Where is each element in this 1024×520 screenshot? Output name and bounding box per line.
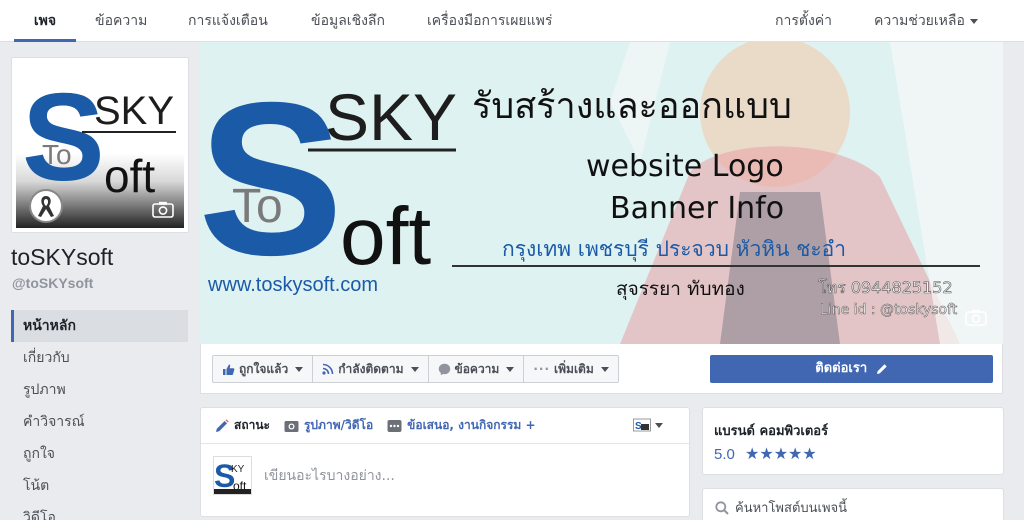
liked-button-label: ถูกใจแล้ว — [239, 362, 289, 376]
rating-card: แบรนด์ คอมพิวเตอร์ 5.0 ★★★★★ — [702, 407, 1004, 475]
thumbs-up-icon — [223, 364, 235, 375]
more-button[interactable]: ··· เพิ่มเติม — [524, 356, 617, 382]
tab-notifications[interactable]: การแจ้งเตือน — [188, 0, 268, 42]
sidebar-item-about[interactable]: เกี่ยวกับ — [11, 342, 188, 374]
tab-settings-label: การตั้งค่า — [775, 13, 833, 29]
tab-insights-label: ข้อมูลเชิงลึก — [311, 13, 385, 29]
svg-text:KY: KY — [231, 464, 245, 475]
composer-tabs: สถานะ รูปภาพ/วิดีโอ ข้อเสนอ, งานกิจกรรม … — [201, 408, 689, 444]
following-button[interactable]: กำลังติดตาม — [313, 356, 429, 382]
help-menu-label: ความช่วยเหลือ — [874, 13, 965, 29]
tab-notifications-label: การแจ้งเตือน — [188, 13, 268, 29]
tab-photo-video-label: รูปภาพ/วิดีโอ — [303, 418, 374, 432]
composer-input[interactable]: เขียนอะไรบางอย่าง... — [264, 465, 395, 487]
contact-us-label: ติดต่อเรา — [815, 361, 868, 376]
search-posts-input[interactable] — [735, 497, 995, 519]
cover-contact-name: สุจรรยา ทับทอง — [616, 278, 745, 301]
tab-status-label: สถานะ — [234, 418, 270, 432]
page-avatar: S KY oft — [213, 456, 252, 495]
cover-website: www.toskysoft.com — [207, 274, 378, 296]
page-sidebar-nav: หน้าหลัก เกี่ยวกับ รูปภาพ คำวิจารณ์ ถูกใ… — [11, 310, 188, 520]
composer-body[interactable]: S KY oft เขียนอะไรบางอย่าง... — [213, 456, 395, 495]
messenger-icon — [438, 363, 450, 375]
cover-photo[interactable]: S SKY To oft www.toskysoft.com รับสร้างแ… — [200, 42, 1003, 344]
tab-offer-event[interactable]: ข้อเสนอ, งานกิจกรรม + — [387, 416, 536, 435]
chevron-down-icon — [506, 366, 515, 372]
tab-publishing-tools-label: เครื่องมือการเผยแพร่ — [427, 13, 553, 29]
post-composer: สถานะ รูปภาพ/วิดีโอ ข้อเสนอ, งานกิจกรรม … — [200, 407, 690, 517]
pencil-icon — [216, 418, 229, 432]
sidebar-item-reviews[interactable]: คำวิจารณ์ — [11, 406, 188, 438]
logo-word-sky: SKY — [94, 89, 174, 133]
logo-word-oft: oft — [104, 150, 155, 202]
chevron-down-icon — [969, 18, 978, 24]
page-post-search — [702, 488, 1004, 520]
cover-illustration: S SKY To oft www.toskysoft.com รับสร้างแ… — [200, 42, 1003, 344]
sidebar-item-likes[interactable]: ถูกใจ — [11, 438, 188, 470]
tab-page-label: เพจ — [33, 13, 57, 29]
svg-text:S: S — [635, 421, 642, 432]
tab-messages-label: ข้อความ — [95, 13, 148, 29]
page-action-buttons: ถูกใจแล้ว กำลังติดตาม ข้อความ ··· เพิ่มเ… — [212, 355, 619, 383]
toskysoft-logo-icon: S KY oft — [214, 458, 251, 494]
cover-phone: โทร 0944825152 — [818, 278, 953, 297]
more-button-label: เพิ่มเติม — [554, 362, 594, 376]
tab-page[interactable]: เพจ — [14, 0, 76, 42]
page-name[interactable]: toSKYsoft — [11, 244, 113, 271]
camera-icon[interactable] — [152, 201, 174, 218]
search-icon — [715, 501, 729, 515]
liked-button[interactable]: ถูกใจแล้ว — [213, 356, 314, 382]
following-button-label: กำลังติดตาม — [338, 362, 404, 376]
tab-photo-video[interactable]: รูปภาพ/วิดีโอ — [284, 416, 373, 435]
logo-letter-s: S — [22, 69, 105, 207]
page-admin-bar: เพจ ข้อความ การแจ้งเตือน ข้อมูลเชิงลึก เ… — [0, 0, 1024, 42]
message-button-label: ข้อความ — [454, 362, 500, 376]
ellipsis-icon: ··· — [533, 362, 551, 376]
cover-line-id: Line id : @toskysoft — [820, 302, 958, 318]
cover-headline: รับสร้างและออกแบบ — [472, 86, 792, 127]
rating-stars[interactable]: ★★★★★ — [745, 444, 817, 463]
rss-feed-icon — [322, 363, 334, 375]
sidebar-item-home[interactable]: หน้าหลัก — [11, 310, 188, 342]
chevron-down-icon — [600, 366, 609, 372]
cover-line-website-logo: website Logo — [586, 149, 784, 184]
page-handle[interactable]: @toSKYsoft — [12, 275, 93, 291]
tab-settings[interactable]: การตั้งค่า — [775, 0, 832, 42]
logo-word-to: To — [42, 139, 72, 170]
post-as-selector[interactable]: S — [633, 418, 663, 432]
chevron-down-icon — [295, 366, 304, 372]
more-options-icon — [387, 419, 402, 432]
page-action-bar: ถูกใจแล้ว กำลังติดตาม ข้อความ ··· เพิ่มเ… — [200, 344, 1003, 394]
rating-score: 5.0 — [714, 446, 735, 463]
tab-publishing-tools[interactable]: เครื่องมือการเผยแพร่ — [427, 0, 552, 42]
sidebar-item-notes[interactable]: โน้ต — [11, 470, 188, 502]
sidebar-item-photos[interactable]: รูปภาพ — [11, 374, 188, 406]
cover-line-banner-info: Banner Info — [610, 191, 784, 226]
chevron-down-icon — [655, 422, 663, 428]
cover-service-areas: กรุงเทพ เพชรบุรี ประจวบ หัวหิน ชะอำ — [502, 237, 846, 262]
tab-messages[interactable]: ข้อความ — [95, 0, 147, 42]
pencil-icon — [876, 363, 887, 374]
tab-status[interactable]: สถานะ — [215, 416, 270, 435]
tab-insights[interactable]: ข้อมูลเชิงลึก — [311, 0, 385, 42]
page-category[interactable]: แบรนด์ คอมพิวเตอร์ — [714, 420, 828, 441]
tab-offer-event-label: ข้อเสนอ, งานกิจกรรม + — [407, 418, 536, 432]
photo-camera-icon — [284, 420, 299, 432]
profile-picture[interactable]: S SKY To oft — [11, 57, 189, 233]
contact-us-button[interactable]: ติดต่อเรา — [710, 355, 993, 383]
cover-logo-sky: SKY — [325, 80, 457, 154]
cover-logo-to: To — [232, 180, 283, 233]
cover-logo-oft: oft — [340, 191, 431, 282]
chevron-down-icon — [410, 366, 419, 372]
help-menu[interactable]: ความช่วยเหลือ — [874, 0, 978, 42]
ribbon-badge-icon — [29, 189, 63, 223]
camera-icon[interactable] — [965, 309, 987, 326]
sidebar-item-videos[interactable]: วิดีโอ — [11, 502, 188, 520]
page-avatar-icon: S — [633, 418, 651, 432]
message-button[interactable]: ข้อความ — [429, 356, 525, 382]
